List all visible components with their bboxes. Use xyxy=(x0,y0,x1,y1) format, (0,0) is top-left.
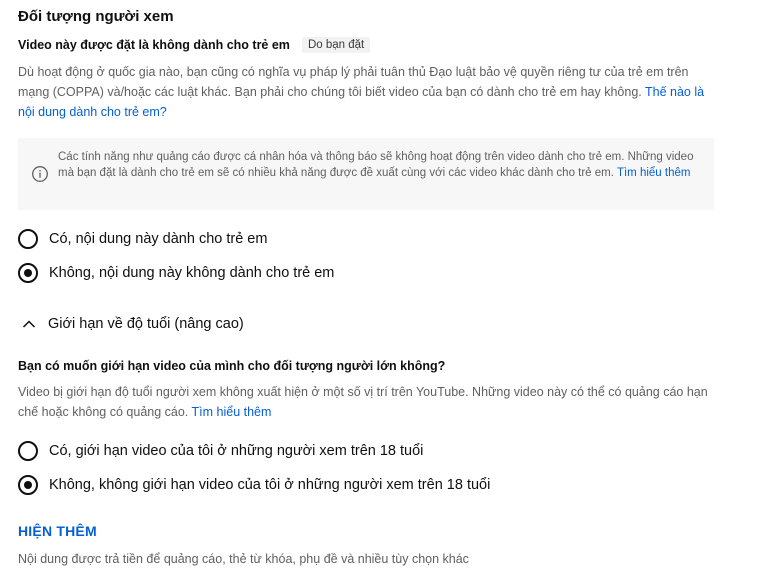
radio-circle[interactable] xyxy=(18,441,38,461)
info-learn-more-link[interactable]: Tìm hiểu thêm xyxy=(617,167,691,179)
radio-made-for-kids-yes[interactable]: Có, nội dung này dành cho trẻ em xyxy=(18,229,267,249)
info-text-body: Các tính năng như quảng cáo được cá nhân… xyxy=(58,151,694,179)
audience-description-text: Dù hoạt động ở quốc gia nào, bạn cũng có… xyxy=(18,65,689,99)
radio-age-restrict-yes[interactable]: Có, giới hạn video của tôi ở những người… xyxy=(18,441,423,461)
age-restriction-description: Video bị giới hạn độ tuổi người xem khôn… xyxy=(18,382,718,422)
audience-description: Dù hoạt động ở quốc gia nào, bạn cũng có… xyxy=(18,62,718,122)
age-restriction-question: Bạn có muốn giới hạn video của mình cho … xyxy=(18,359,446,373)
radio-label: Có, giới hạn video của tôi ở những người… xyxy=(49,443,424,459)
radio-label: Có, nội dung này dành cho trẻ em xyxy=(49,231,268,247)
age-restriction-header: Giới hạn về độ tuổi (nâng cao) xyxy=(48,316,244,332)
radio-age-restrict-no[interactable]: Không, không giới hạn video của tôi ở nh… xyxy=(18,475,490,495)
show-more-description: Nội dung được trả tiền để quảng cáo, thẻ… xyxy=(18,552,469,566)
age-restriction-description-text: Video bị giới hạn độ tuổi người xem khôn… xyxy=(18,385,708,419)
audience-subtitle: Video này được đặt là không dành cho trẻ… xyxy=(18,38,290,52)
age-restriction-toggle[interactable]: Giới hạn về độ tuổi (nâng cao) xyxy=(22,316,244,332)
info-box: Các tính năng như quảng cáo được cá nhân… xyxy=(18,138,714,210)
show-more-button[interactable]: HIỆN THÊM xyxy=(18,523,97,539)
radio-made-for-kids-no[interactable]: Không, nội dung này không dành cho trẻ e… xyxy=(18,263,334,283)
info-circle-icon xyxy=(32,166,48,182)
radio-circle[interactable] xyxy=(18,229,38,249)
set-by-you-chip: Do bạn đặt xyxy=(301,37,371,53)
radio-label: Không, nội dung này không dành cho trẻ e… xyxy=(49,265,335,281)
chevron-up-icon[interactable] xyxy=(22,319,36,329)
radio-label: Không, không giới hạn video của tôi ở nh… xyxy=(49,477,491,493)
radio-circle-checked[interactable] xyxy=(18,263,38,283)
radio-circle-checked[interactable] xyxy=(18,475,38,495)
audience-subtitle-row: Video này được đặt là không dành cho trẻ… xyxy=(18,37,371,53)
age-learn-more-link[interactable]: Tìm hiểu thêm xyxy=(192,405,272,419)
audience-title: Đối tượng người xem xyxy=(18,8,174,25)
info-text: Các tính năng như quảng cáo được cá nhân… xyxy=(58,149,703,181)
